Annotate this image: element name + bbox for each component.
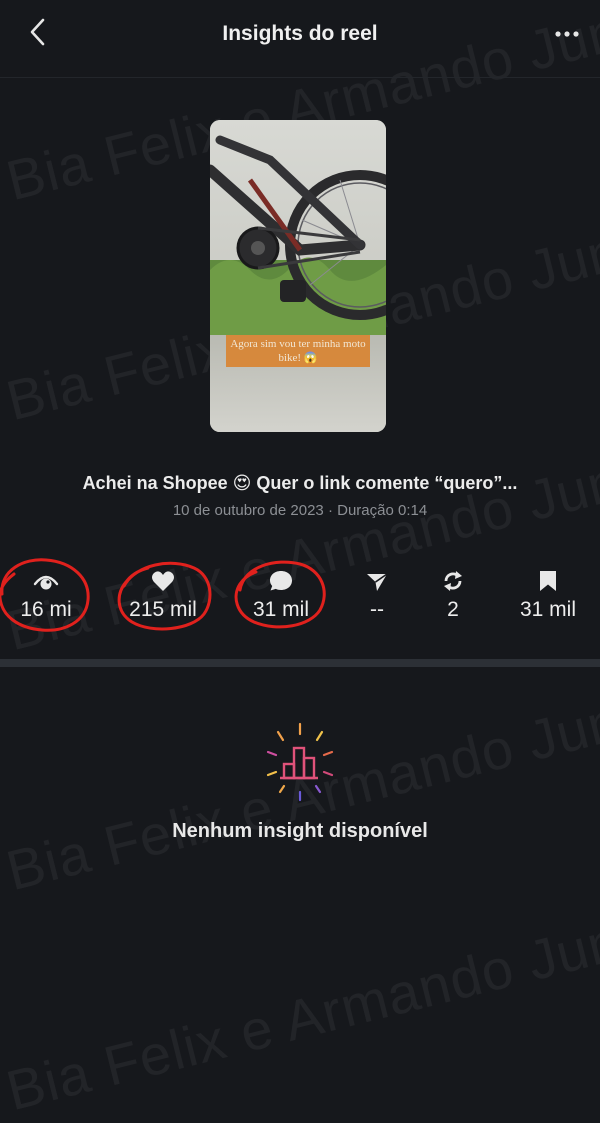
stat-value: 31 mil xyxy=(252,598,310,621)
stat-comments[interactable]: 31 mil xyxy=(231,560,331,640)
top-bar: Insights do reel xyxy=(0,0,600,78)
bookmark-icon xyxy=(538,566,558,592)
heart-icon xyxy=(151,566,175,592)
repost-icon xyxy=(442,566,464,592)
stat-value: 31 mil xyxy=(519,598,577,621)
reel-title: Achei na Shopee 😍 Quer o link comente “q… xyxy=(82,473,518,493)
stat-value: -- xyxy=(370,598,384,621)
watermark: Bia Felix e Armando Junior xyxy=(0,892,600,1123)
send-icon xyxy=(366,566,388,592)
stat-likes[interactable]: 215 mil xyxy=(113,560,213,640)
stat-value: 2 xyxy=(447,598,459,621)
section-divider xyxy=(0,659,600,667)
stat-views[interactable]: 16 mi xyxy=(0,560,96,640)
page-title: Insights do reel xyxy=(222,22,378,45)
comment-icon xyxy=(269,566,293,592)
reel-caption-overlay: Agora sim vou ter minha moto bike! 😱 xyxy=(226,335,370,367)
more-horizontal-icon xyxy=(554,25,580,43)
stat-saves[interactable]: 31 mil xyxy=(498,560,598,640)
metrics-row: 16 mi 215 mil 31 mil -- 2 31 mil xyxy=(0,558,600,640)
eye-icon xyxy=(33,566,59,592)
stat-value: 215 mil xyxy=(129,598,197,621)
more-options-button[interactable] xyxy=(550,20,584,48)
empty-state-message: Nenhum insight disponível xyxy=(172,820,428,842)
stat-value: 16 mi xyxy=(20,598,72,621)
stat-reposts[interactable]: 2 xyxy=(403,560,503,640)
reel-thumbnail[interactable]: Agora sim vou ter minha moto bike! 😱 xyxy=(210,120,386,432)
reel-date-duration: 10 de outubro de 2023 · Duração 0:14 xyxy=(172,502,428,519)
reel-thumbnail-image xyxy=(210,120,386,432)
insights-chart-icon xyxy=(256,720,344,808)
